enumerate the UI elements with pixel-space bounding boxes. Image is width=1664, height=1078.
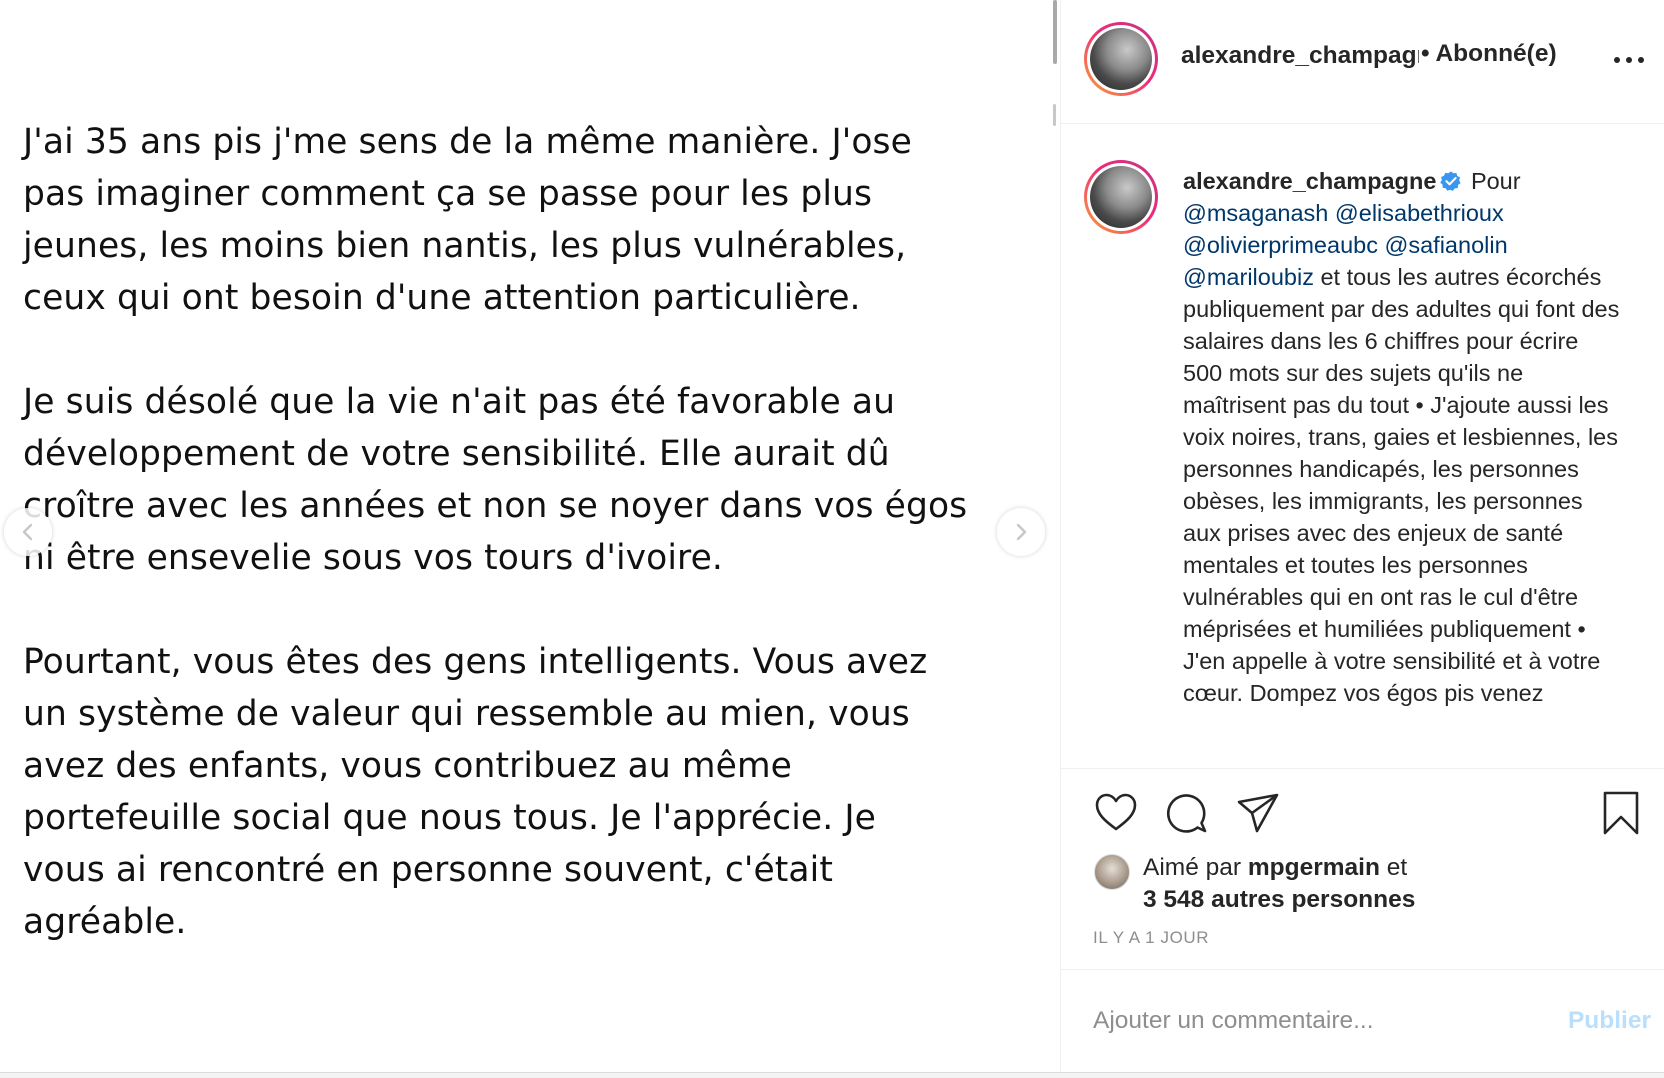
page-bottom-divider bbox=[0, 1072, 1664, 1078]
comment-button[interactable] bbox=[1164, 790, 1210, 836]
post-caption: alexandre_champagne Pour @msaganash @eli… bbox=[1183, 165, 1623, 709]
post-paragraph-1: J'ai 35 ans pis j'me sens de la même man… bbox=[23, 116, 1033, 324]
post-line: croître avec les années et non se noyer … bbox=[23, 486, 968, 526]
post-line: pas imaginer comment ça se passe pour le… bbox=[23, 174, 873, 214]
post-line: Je suis désolé que la vie n'ait pas été … bbox=[23, 382, 896, 422]
verified-badge-icon bbox=[1440, 171, 1461, 191]
scrollbar-thumb[interactable] bbox=[1053, 0, 1057, 64]
comment-icon bbox=[1166, 794, 1207, 833]
more-options-button[interactable] bbox=[1609, 44, 1649, 74]
more-options-icon bbox=[1614, 57, 1644, 63]
post-header: alexandre_champagne • Abonné(e) bbox=[1061, 0, 1664, 124]
post-side-panel: alexandre_champagne • Abonné(e) alexandr… bbox=[1060, 0, 1664, 1072]
chevron-left-icon bbox=[22, 523, 33, 541]
post-line: développement de votre sensibilité. Elle… bbox=[23, 434, 890, 474]
caption-author-avatar[interactable] bbox=[1084, 160, 1158, 234]
post-paragraph-3: Pourtant, vous êtes des gens intelligent… bbox=[23, 636, 1033, 948]
author-username-link[interactable]: alexandre_champagne bbox=[1181, 42, 1419, 70]
post-media: J'ai 35 ans pis j'me sens de la même man… bbox=[0, 0, 1060, 1072]
save-button[interactable] bbox=[1598, 790, 1644, 836]
previous-slide-button[interactable] bbox=[4, 508, 52, 556]
post-actions: Aimé par mpgermain et 3 548 autres perso… bbox=[1061, 770, 1664, 970]
mention-link[interactable]: @olivierprimeaubc bbox=[1183, 232, 1378, 258]
post-paragraph-2: Je suis désolé que la vie n'ait pas été … bbox=[23, 376, 1033, 584]
post-line: vous ai rencontré en personne souvent, c… bbox=[23, 850, 833, 890]
post-line: ni être ensevelie sous vos tours d'ivoir… bbox=[23, 538, 723, 578]
post-timestamp[interactable]: IL Y A 1 JOUR bbox=[1093, 928, 1209, 948]
next-slide-button[interactable] bbox=[997, 508, 1045, 556]
comment-form: Publier bbox=[1061, 971, 1664, 1072]
mention-link[interactable]: @msaganash bbox=[1183, 200, 1328, 226]
follow-status-button[interactable]: • Abonné(e) bbox=[1421, 40, 1557, 68]
post-line: J'ai 35 ans pis j'me sens de la même man… bbox=[23, 122, 912, 162]
bookmark-icon bbox=[1603, 791, 1639, 835]
media-scrollbar[interactable] bbox=[1050, 0, 1059, 128]
publish-button[interactable]: Publier bbox=[1551, 1007, 1651, 1035]
post-line: jeunes, les moins bien nantis, les plus … bbox=[23, 226, 907, 266]
post-image-text: J'ai 35 ans pis j'me sens de la même man… bbox=[23, 116, 1033, 1000]
post-line: portefeuille social que nous tous. Je l'… bbox=[23, 798, 876, 838]
paper-plane-icon bbox=[1237, 793, 1279, 833]
likes-conjunction: et bbox=[1386, 854, 1408, 881]
post-line: Pourtant, vous êtes des gens intelligent… bbox=[23, 642, 928, 682]
author-avatar[interactable] bbox=[1084, 22, 1158, 96]
likes-summary: Aimé par mpgermain et 3 548 autres perso… bbox=[1143, 852, 1415, 916]
avatar-photo bbox=[1090, 166, 1152, 228]
likes-prefix: Aimé par bbox=[1143, 854, 1242, 881]
mention-link[interactable]: @mariloubiz bbox=[1183, 264, 1314, 290]
post-line: un système de valeur qui ressemble au mi… bbox=[23, 694, 910, 734]
caption-username-link[interactable]: alexandre_champagne bbox=[1183, 168, 1436, 194]
post-line: agréable. bbox=[23, 902, 187, 942]
scrollbar-track-mark bbox=[1053, 104, 1056, 126]
likes-count-link[interactable]: 3 548 autres personnes bbox=[1143, 886, 1415, 913]
comment-input[interactable] bbox=[1093, 1001, 1513, 1041]
mention-link[interactable]: @elisabethrioux bbox=[1335, 200, 1504, 226]
caption-intro: Pour bbox=[1470, 168, 1521, 194]
liker-avatar[interactable] bbox=[1094, 854, 1130, 890]
liker-username-link[interactable]: mpgermain bbox=[1248, 854, 1380, 881]
like-button[interactable] bbox=[1093, 790, 1139, 836]
avatar-photo bbox=[1090, 28, 1152, 90]
caption-text: et tous les autres écorchés publiquement… bbox=[1183, 264, 1620, 706]
mention-link[interactable]: @safianolin bbox=[1385, 232, 1508, 258]
chevron-right-icon bbox=[1016, 523, 1027, 541]
share-button[interactable] bbox=[1235, 790, 1281, 836]
caption-scroll-area[interactable]: alexandre_champagne Pour @msaganash @eli… bbox=[1061, 125, 1664, 769]
post-line: ceux qui ont besoin d'une attention part… bbox=[23, 278, 861, 318]
post-line: avez des enfants, vous contribuez au mêm… bbox=[23, 746, 792, 786]
heart-icon bbox=[1095, 793, 1137, 831]
